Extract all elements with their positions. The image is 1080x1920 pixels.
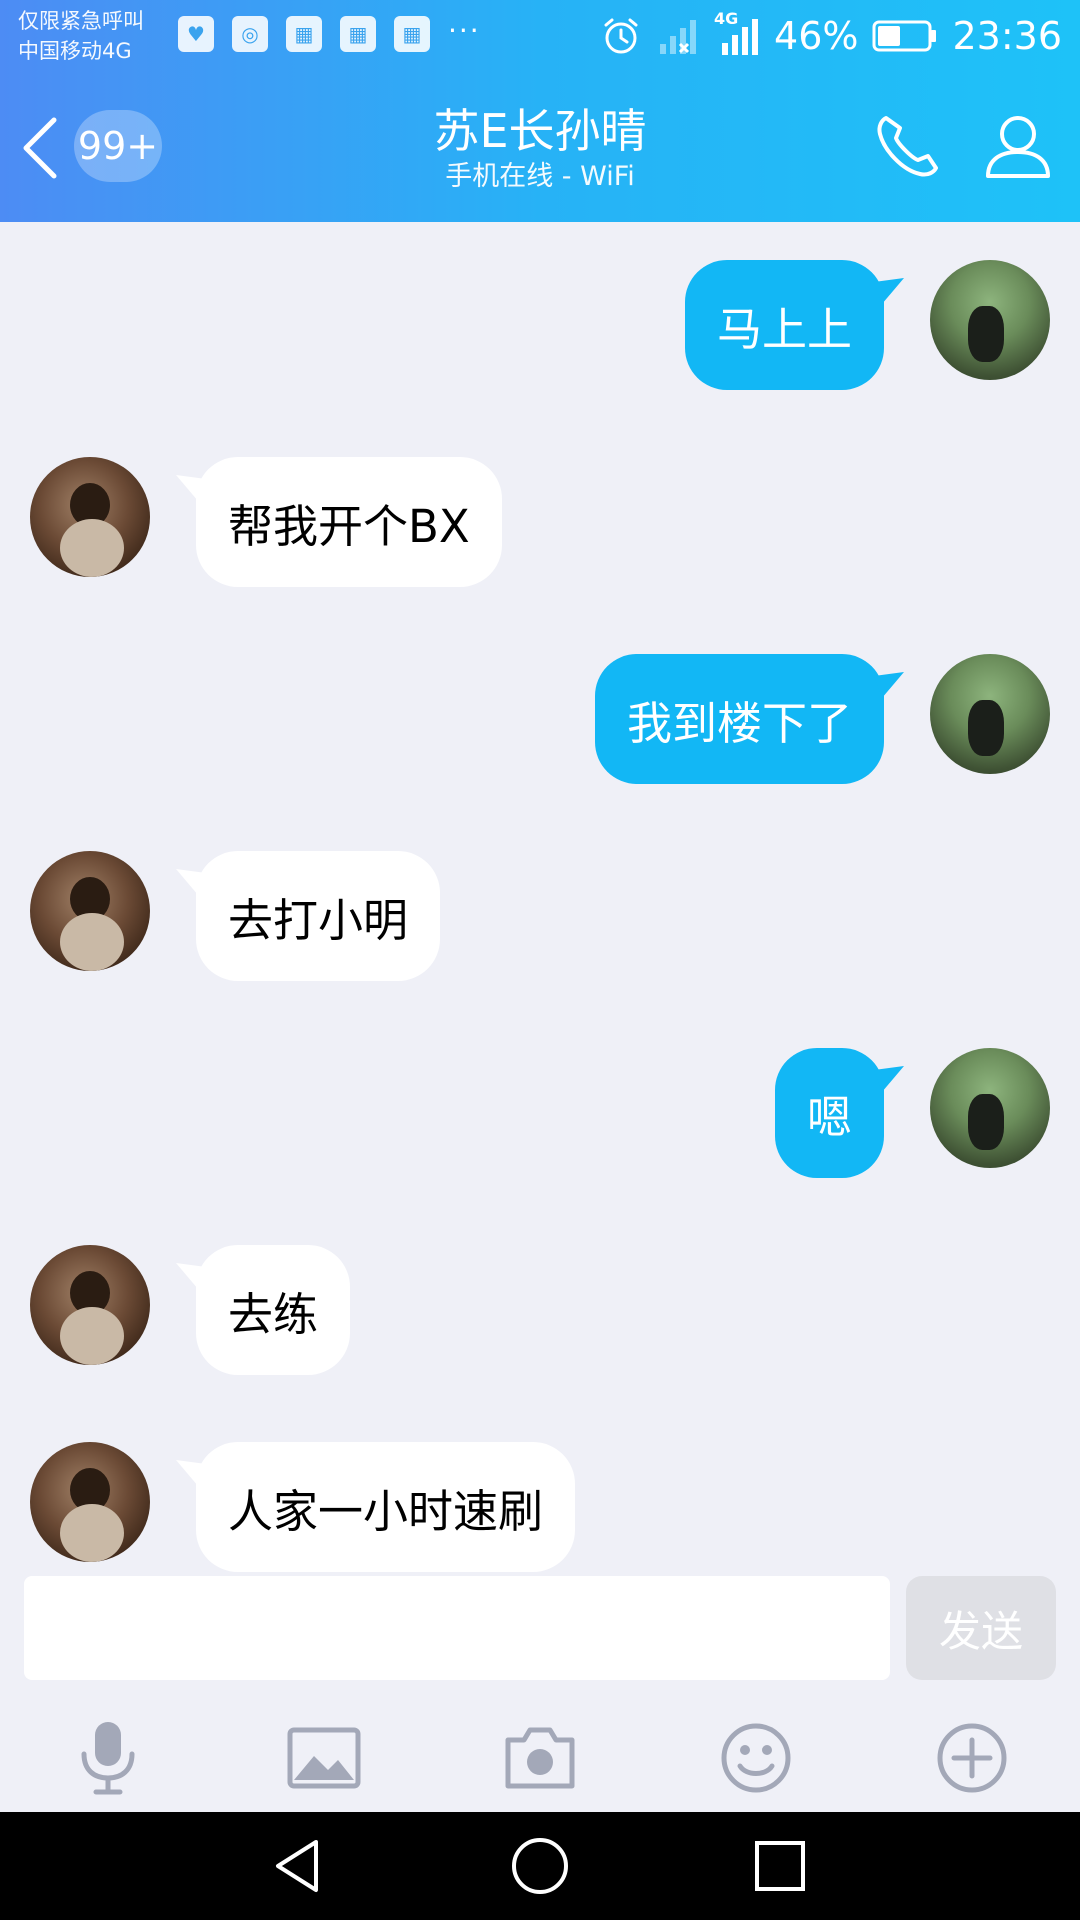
photo-app-icon: ▦ [286,16,322,52]
carrier-info: 仅限紧急呼叫 中国移动4G [18,6,144,66]
photo-app-icon: ▦ [394,16,430,52]
notification-icons: ♥ ◎ ▦ ▦ ▦ [178,16,430,52]
contact-avatar[interactable] [30,851,150,971]
message-row: 我到楼下了 [0,654,1080,784]
my-avatar[interactable] [930,1048,1050,1168]
message-row: 马上上 [0,260,1080,390]
battery-percent: 46% [774,14,859,58]
microphone-icon[interactable] [68,1718,148,1798]
camera-icon[interactable] [500,1718,580,1798]
contact-avatar[interactable] [30,1442,150,1562]
my-avatar[interactable] [930,654,1050,774]
nav-back-icon[interactable] [270,1836,330,1896]
send-button[interactable]: 发送 [906,1576,1056,1680]
image-icon[interactable] [284,1718,364,1798]
composer-toolbar [0,1696,1080,1812]
message-row: 去练 [0,1245,1080,1375]
clock: 23:36 [952,14,1062,58]
bubble-tail [874,672,904,698]
message-input[interactable] [24,1576,890,1680]
photo-app-icon: ▦ [340,16,376,52]
message-row: 去打小明 [0,851,1080,981]
message-bubble-sent[interactable]: 我到楼下了 [594,654,884,784]
bubble-tail [874,278,904,304]
contact-avatar[interactable] [30,457,150,577]
message-bubble-received[interactable]: 去打小明 [196,851,441,981]
health-icon: ♥ [178,16,214,52]
signal-no-sim-icon [660,20,697,54]
message-list[interactable]: 马上上 帮我开个BX 我到楼下了 去打小明 嗯 去练 人家一小时速刷 [0,222,1080,1574]
profile-icon[interactable] [982,110,1054,182]
nav-recents-icon[interactable] [750,1836,810,1896]
message-bubble-received[interactable]: 帮我开个BX [196,457,502,587]
message-bubble-received[interactable]: 人家一小时速刷 [196,1442,576,1572]
system-navigation-bar [0,1812,1080,1920]
message-bubble-sent[interactable]: 嗯 [774,1048,884,1178]
carrier-line-2: 中国移动4G [18,39,132,63]
nav-home-icon[interactable] [510,1836,570,1896]
carrier-line-1: 仅限紧急呼叫 [18,9,144,33]
message-row: 人家一小时速刷 [0,1442,1080,1572]
emoji-icon[interactable] [716,1718,796,1798]
my-avatar[interactable] [930,260,1050,380]
message-bubble-received[interactable]: 去练 [196,1245,351,1375]
phone-call-icon[interactable] [872,110,944,182]
browser-icon: ◎ [232,16,268,52]
status-indicators: 4G 46% 23:36 [600,8,1062,64]
alarm-icon [604,18,638,54]
message-row: 嗯 [0,1048,1080,1178]
message-bubble-sent[interactable]: 马上上 [684,260,884,390]
battery-icon [872,20,937,52]
message-row: 帮我开个BX [0,457,1080,587]
contact-avatar[interactable] [30,1245,150,1365]
chat-header: 仅限紧急呼叫 中国移动4G ♥ ◎ ▦ ▦ ▦ ··· 4G 46% 23:36… [0,0,1080,222]
signal-4g-icon: 4G [714,9,760,59]
more-notifications-icon: ··· [448,14,481,47]
plus-icon[interactable] [932,1718,1012,1798]
bubble-tail [874,1066,904,1092]
